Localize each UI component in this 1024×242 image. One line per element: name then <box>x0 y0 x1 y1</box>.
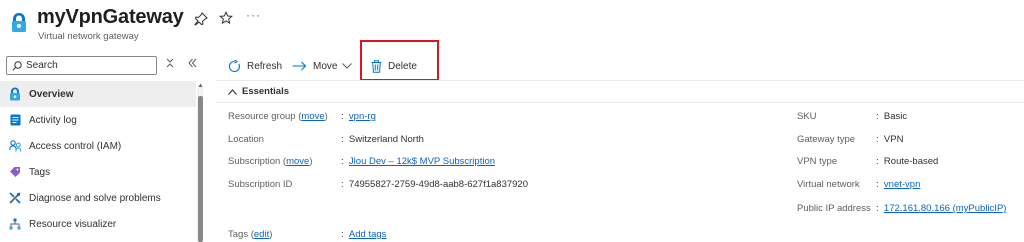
subscription-id-row: : 74955827-2759-49d8-aab8-627f1a837920 <box>341 179 529 190</box>
vpn-type-label: VPN type <box>797 156 838 167</box>
subscription-link[interactable]: Jlou Dev – 12k$ MVP Subscription <box>349 156 495 167</box>
command-bar: Refresh Move Delete <box>216 50 1024 80</box>
virtual-network-row: : vnet-vpn <box>876 179 921 190</box>
public-ip-label: Public IP address <box>797 203 871 214</box>
refresh-label: Refresh <box>247 60 283 72</box>
page-subtitle: Virtual network gateway <box>38 31 139 42</box>
sidebar-nav: Overview Activity log Access control (IA… <box>0 81 196 237</box>
sidebar-item-label: Access control (IAM) <box>29 140 122 152</box>
sidebar-item-label: Overview <box>29 88 74 100</box>
refresh-button[interactable]: Refresh <box>228 57 282 75</box>
sidebar-search-input[interactable] <box>26 58 151 73</box>
sku-value-row: : Basic <box>876 111 908 122</box>
sidebar-item-resource-visualizer[interactable]: Resource visualizer <box>0 211 196 237</box>
add-tags-link[interactable]: Add tags <box>349 229 387 240</box>
resource-group-value: : vpn-rg <box>341 111 376 122</box>
subscription-label: Subscription (move) <box>228 156 313 167</box>
move-button[interactable]: Move <box>292 57 353 75</box>
public-ip-row: : 172.161.80.166 (myPublicIP) <box>876 203 1007 214</box>
essentials-toggle[interactable]: Essentials <box>228 86 289 97</box>
sidebar-item-label: Resource visualizer <box>29 218 117 230</box>
scroll-up-icon[interactable]: ▲ <box>197 83 204 90</box>
more-options-icon[interactable]: ··· <box>246 8 261 22</box>
sidebar-item-access-control[interactable]: Access control (IAM) <box>0 133 196 159</box>
subscription-value-row: : Jlou Dev – 12k$ MVP Subscription <box>341 156 496 167</box>
sidebar-scrollbar-thumb[interactable] <box>198 96 203 242</box>
resource-group-link[interactable]: vpn-rg <box>349 111 376 122</box>
tag-icon <box>8 165 22 179</box>
subscription-move-link[interactable]: move <box>286 156 309 167</box>
subscription-id-label: Subscription ID <box>228 179 293 190</box>
arrow-right-icon <box>292 61 307 71</box>
sidebar-search-box[interactable] <box>6 56 157 75</box>
location-value-row: : Switzerland North <box>341 134 424 145</box>
sidebar-item-diagnose[interactable]: Diagnose and solve problems <box>0 185 196 211</box>
vpn-gateway-icon <box>12 13 26 32</box>
sidebar-item-overview[interactable]: Overview <box>0 81 196 107</box>
sidebar-item-activity-log[interactable]: Activity log <box>0 107 196 133</box>
sku-label: SKU <box>797 111 817 122</box>
move-label: Move <box>313 60 338 72</box>
vpn-gateway-icon <box>8 87 22 101</box>
chevron-up-icon <box>228 88 237 95</box>
collapse-sidebar-icon[interactable] <box>188 58 197 71</box>
page-title: myVpnGateway <box>37 6 184 28</box>
subscription-id-value: 74955827-2759-49d8-aab8-627f1a837920 <box>348 179 529 190</box>
sidebar-item-label: Activity log <box>29 114 77 126</box>
virtual-network-label: Virtual network <box>797 179 860 190</box>
location-label: Location <box>228 134 264 145</box>
tags-value-row: : Add tags <box>341 229 387 240</box>
essentials-divider <box>216 102 1024 103</box>
refresh-icon <box>228 59 241 73</box>
search-icon <box>12 61 22 71</box>
star-icon[interactable] <box>219 11 233 25</box>
resource-group-label: Resource group (move) <box>228 111 328 122</box>
delete-highlight-box <box>360 40 439 81</box>
sidebar-item-label: Tags <box>29 166 51 178</box>
toolbar-divider <box>216 80 1024 81</box>
public-ip-link[interactable]: 172.161.80.166 (myPublicIP) <box>884 203 1007 214</box>
vpn-type-row: : Route-based <box>876 156 939 167</box>
gateway-type-value: VPN <box>883 134 904 145</box>
people-icon <box>8 139 22 153</box>
gateway-type-label: Gateway type <box>797 134 856 145</box>
sidebar-item-label: Diagnose and solve problems <box>29 192 161 204</box>
wrench-icon <box>8 191 22 205</box>
page-header: myVpnGateway Virtual network gateway ··· <box>0 0 1024 48</box>
sidebar-item-tags[interactable]: Tags <box>0 159 196 185</box>
expand-collapse-icon[interactable] <box>166 58 174 71</box>
location-value: Switzerland North <box>348 134 424 145</box>
essentials-header: Essentials <box>242 86 289 97</box>
vpn-type-value: Route-based <box>883 156 939 167</box>
chevron-down-icon <box>342 63 353 69</box>
pin-icon[interactable] <box>194 12 208 26</box>
sku-value: Basic <box>883 111 908 122</box>
tags-edit-link[interactable]: edit <box>254 229 269 240</box>
hierarchy-icon <box>8 217 22 231</box>
virtual-network-link[interactable]: vnet-vpn <box>884 179 920 190</box>
tags-label: Tags (edit) <box>228 229 273 240</box>
gateway-type-row: : VPN <box>876 134 904 145</box>
activity-log-icon <box>8 113 22 127</box>
resource-group-move-link[interactable]: move <box>301 111 324 122</box>
